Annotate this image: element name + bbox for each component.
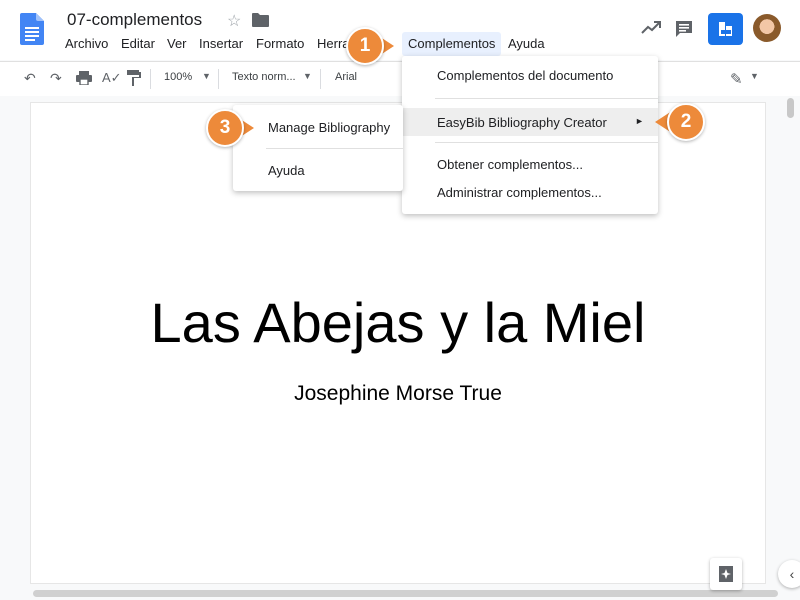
callout-number: 2 <box>667 103 705 141</box>
document-title[interactable]: 07-complementos <box>67 10 202 30</box>
zoom-select[interactable]: 100% <box>164 71 192 83</box>
print-icon[interactable] <box>76 71 92 85</box>
menu-item-easybib-label: EasyBib Bibliography Creator <box>437 115 607 130</box>
vertical-scrollbar[interactable] <box>787 98 794 118</box>
callout-number: 1 <box>346 27 384 65</box>
toolbar-separator <box>150 69 151 89</box>
menu-archivo[interactable]: Archivo <box>65 36 108 51</box>
menu-formato[interactable]: Formato <box>256 36 304 51</box>
menu-item-manage-bibliography[interactable]: Manage Bibliography <box>268 120 390 135</box>
toolbar-separator <box>218 69 219 89</box>
folder-icon[interactable] <box>252 13 269 27</box>
style-caret-icon[interactable]: ▼ <box>303 71 312 81</box>
pencil-icon[interactable]: ✎ <box>730 70 743 88</box>
docs-logo-icon[interactable] <box>20 13 44 45</box>
zoom-caret-icon[interactable]: ▼ <box>202 71 211 81</box>
menu-item-complementos-documento[interactable]: Complementos del documento <box>437 68 613 83</box>
share-button[interactable] <box>708 13 743 45</box>
submenu-arrow-icon: ► <box>635 116 644 126</box>
spellcheck-icon[interactable]: A✓ <box>102 70 122 86</box>
activity-icon[interactable] <box>641 20 661 34</box>
redo-icon[interactable]: ↷ <box>50 70 62 87</box>
toolbar-separator <box>320 69 321 89</box>
easybib-submenu: Manage Bibliography Ayuda <box>233 105 403 191</box>
style-select[interactable]: Texto norm... <box>232 71 296 83</box>
menu-item-administrar-complementos[interactable]: Administrar complementos... <box>437 185 602 200</box>
menu-item-submenu-ayuda[interactable]: Ayuda <box>268 163 305 178</box>
side-panel-toggle-icon[interactable]: ‹ <box>778 560 800 588</box>
explore-icon <box>719 566 733 582</box>
horizontal-scrollbar[interactable] <box>33 590 778 597</box>
mode-caret-icon[interactable]: ▼ <box>750 71 759 81</box>
comment-icon[interactable] <box>675 20 693 38</box>
menu-separator <box>435 142 658 143</box>
menu-separator <box>266 148 403 149</box>
avatar[interactable] <box>753 14 781 42</box>
menu-herramientas[interactable]: Herra <box>317 36 350 51</box>
complementos-menu: Complementos del documento EasyBib Bibli… <box>402 56 658 214</box>
menu-ver[interactable]: Ver <box>167 36 187 51</box>
toolbar: ↶ ↷ A✓ 100% ▼ Texto norm... ▼ Arial ✎ ▼ <box>0 61 800 97</box>
document-author[interactable]: Josephine Morse True <box>31 382 765 406</box>
menu-ayuda[interactable]: Ayuda <box>508 36 545 51</box>
document-heading[interactable]: Las Abejas y la Miel <box>31 290 765 355</box>
explore-button[interactable] <box>710 558 742 590</box>
menu-complementos[interactable]: Complementos <box>402 32 502 56</box>
menu-item-obtener-complementos[interactable]: Obtener complementos... <box>437 157 583 172</box>
star-icon[interactable]: ☆ <box>227 11 241 31</box>
menu-separator <box>435 98 658 99</box>
undo-icon[interactable]: ↶ <box>24 70 36 87</box>
menu-editar[interactable]: Editar <box>121 36 155 51</box>
share-lock-icon <box>719 22 732 36</box>
font-select[interactable]: Arial <box>335 71 357 83</box>
menu-insertar[interactable]: Insertar <box>199 36 243 51</box>
menu-item-easybib[interactable]: EasyBib Bibliography Creator ► <box>402 108 658 136</box>
callout-number: 3 <box>206 109 244 147</box>
paint-format-icon[interactable] <box>127 70 141 86</box>
